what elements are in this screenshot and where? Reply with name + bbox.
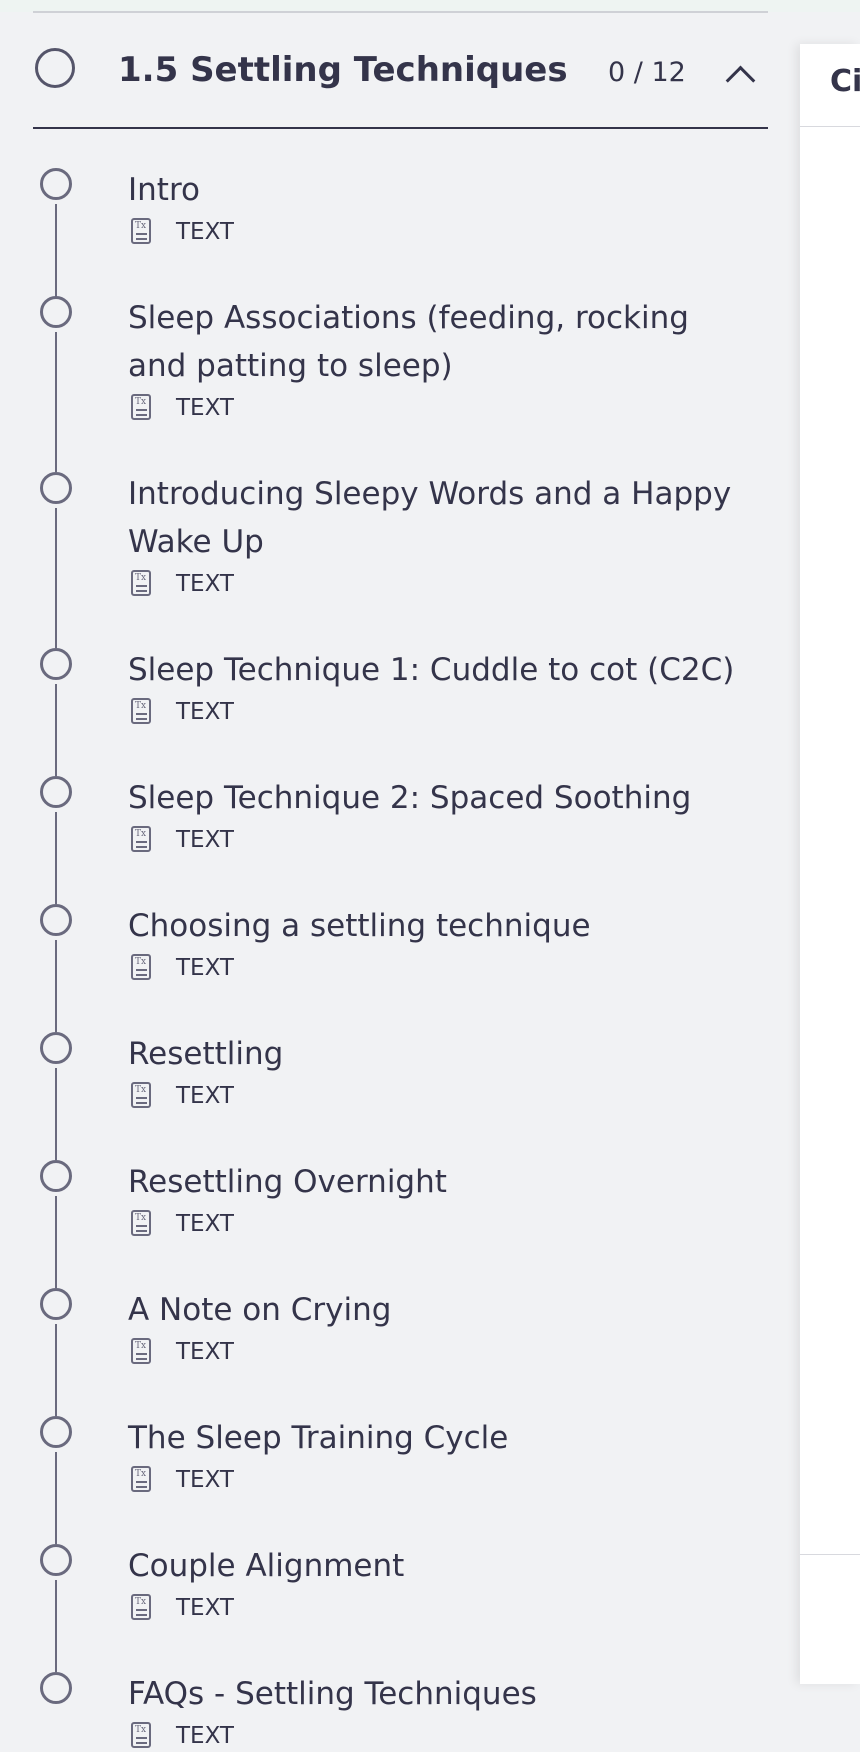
lesson-status-circle-icon — [40, 1160, 72, 1192]
text-document-icon: Tx — [131, 1082, 151, 1108]
text-document-icon: Tx — [131, 1466, 151, 1492]
lesson-status-circle-icon — [40, 648, 72, 680]
lesson-title: FAQs - Settling Techniques — [128, 1676, 537, 1712]
lesson-type-label: TEXT — [176, 955, 234, 981]
lesson-type-label: TEXT — [176, 699, 234, 725]
timeline-connector — [55, 1196, 57, 1288]
timeline-connector — [55, 332, 57, 472]
lesson-type-label: TEXT — [176, 1083, 234, 1109]
text-document-icon: Tx — [131, 1210, 151, 1236]
text-document-icon: Tx — [131, 1722, 151, 1748]
timeline-connector — [55, 1580, 57, 1672]
content-panel-divider — [800, 126, 860, 127]
lesson-status-circle-icon — [40, 904, 72, 936]
lesson-type-label: TEXT — [176, 1595, 234, 1621]
lesson-type-label: TEXT — [176, 1339, 234, 1365]
lesson-title: Introducing Sleepy Words and a Happy Wak… — [128, 476, 732, 560]
text-document-icon: Tx — [131, 698, 151, 724]
lesson-status-circle-icon — [40, 776, 72, 808]
timeline-connector — [55, 684, 57, 776]
text-document-icon: Tx — [131, 570, 151, 596]
lesson-title: The Sleep Training Cycle — [128, 1420, 509, 1456]
lesson-type-label: TEXT — [176, 395, 234, 421]
lesson-type-label: TEXT — [176, 1723, 234, 1749]
timeline-connector — [55, 508, 57, 648]
lesson-type-label: TEXT — [176, 827, 234, 853]
timeline-connector — [55, 940, 57, 1032]
lesson-title: Sleep Technique 1: Cuddle to cot (C2C) — [128, 652, 735, 688]
lesson-title: Choosing a settling technique — [128, 908, 591, 944]
lesson-title: Intro — [128, 172, 200, 208]
text-document-icon: Tx — [131, 826, 151, 852]
lesson-list: Intro Tx TEXT Sleep Associations (feedin… — [0, 0, 800, 1749]
lesson-status-circle-icon — [40, 168, 72, 200]
lesson-type-label: TEXT — [176, 1211, 234, 1237]
text-document-icon: Tx — [131, 1338, 151, 1364]
content-panel-title: Ci — [830, 64, 860, 99]
text-document-icon: Tx — [131, 394, 151, 420]
text-document-icon: Tx — [131, 218, 151, 244]
lesson-title: Resettling Overnight — [128, 1164, 447, 1200]
lesson-status-circle-icon — [40, 1288, 72, 1320]
lesson-content-panel: Ci — [800, 44, 860, 1684]
lesson-title: A Note on Crying — [128, 1292, 392, 1328]
lesson-title: Resettling — [128, 1036, 284, 1072]
timeline-connector — [55, 1068, 57, 1160]
lesson-type-label: TEXT — [176, 1467, 234, 1493]
timeline-connector — [55, 812, 57, 904]
text-document-icon: Tx — [131, 954, 151, 980]
lesson-status-circle-icon — [40, 472, 72, 504]
lesson-title: Sleep Technique 2: Spaced Soothing — [128, 780, 692, 816]
lesson-status-circle-icon — [40, 1544, 72, 1576]
lesson-status-circle-icon — [40, 1416, 72, 1448]
content-panel-footer-divider — [800, 1554, 860, 1555]
lesson-status-circle-icon — [40, 296, 72, 328]
lesson-title: Couple Alignment — [128, 1548, 405, 1584]
lesson-type-label: TEXT — [176, 571, 234, 597]
lesson-title: Sleep Associations (feeding, rocking and… — [128, 300, 689, 384]
lesson-status-circle-icon — [40, 1672, 72, 1704]
lesson-status-circle-icon — [40, 1032, 72, 1064]
text-document-icon: Tx — [131, 1594, 151, 1620]
timeline-connector — [55, 1324, 57, 1416]
lesson-type-label: TEXT — [176, 219, 234, 245]
timeline-connector — [55, 204, 57, 298]
timeline-connector — [55, 1452, 57, 1544]
